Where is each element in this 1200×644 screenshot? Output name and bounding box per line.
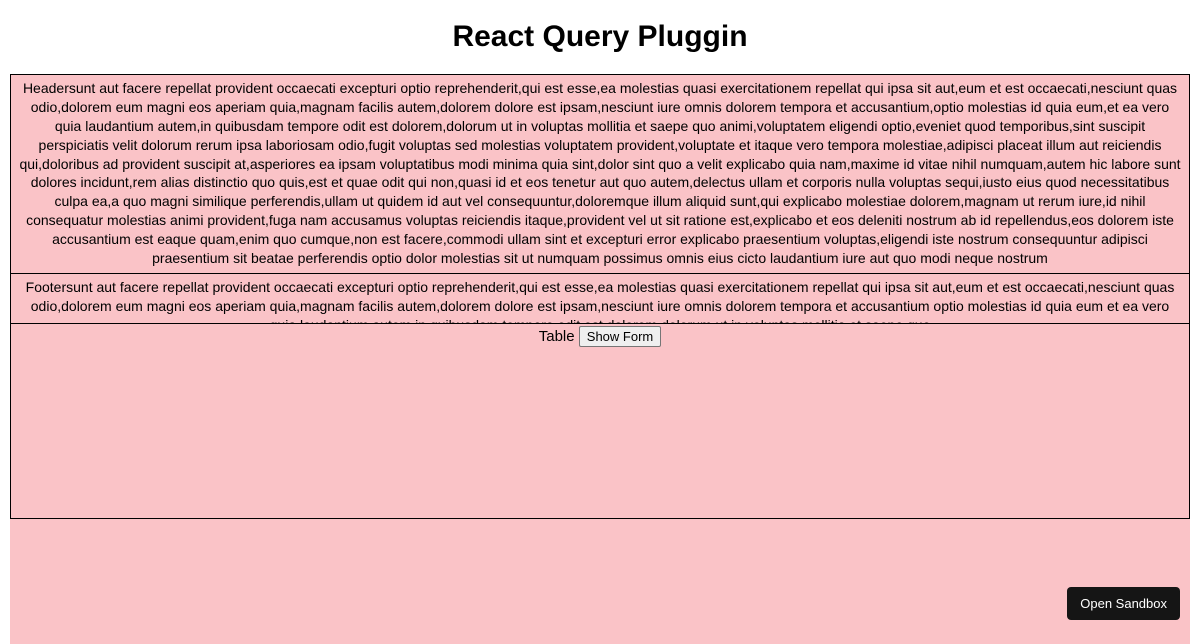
main-container: Headersunt aut facere repellat provident… <box>10 74 1190 644</box>
page-title: React Query Pluggin <box>0 0 1200 64</box>
table-label: Table <box>539 328 575 345</box>
open-sandbox-button[interactable]: Open Sandbox <box>1067 587 1180 620</box>
footer-panel: Footersunt aut facere repellat provident… <box>10 274 1190 324</box>
table-section: Table Show Form <box>10 324 1190 519</box>
header-panel: Headersunt aut facere repellat provident… <box>10 74 1190 274</box>
show-form-button[interactable]: Show Form <box>579 326 661 347</box>
